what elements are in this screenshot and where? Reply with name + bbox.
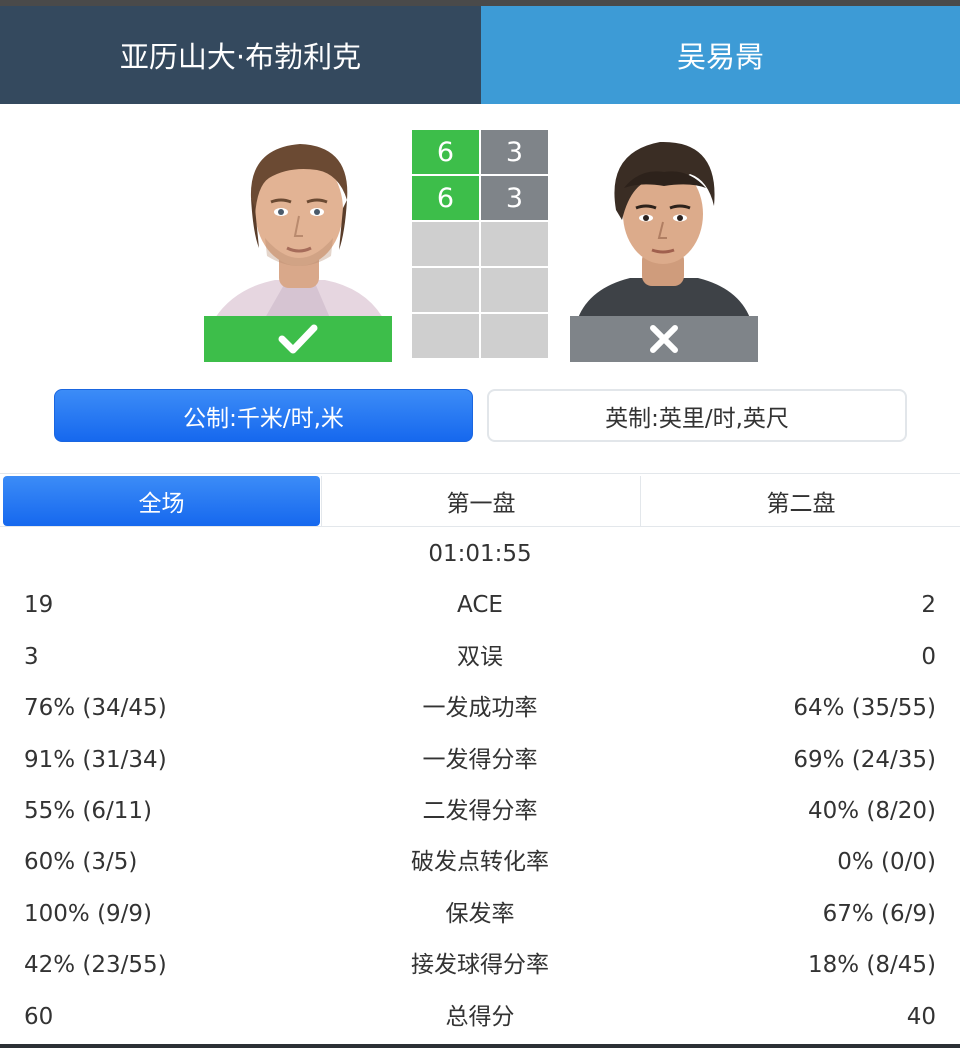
stat-right-value: 69% (24/35) (793, 747, 936, 773)
period-tabs: 全场 第一盘 第二盘 (0, 473, 960, 527)
stat-row-break-points-converted: 60% (3/5) 破发点转化率 0% (0/0) (0, 842, 960, 882)
stat-label: 总得分 (445, 1004, 515, 1030)
tab-set-1[interactable]: 第一盘 (321, 476, 640, 526)
stat-right-value: 40% (8/20) (807, 798, 936, 824)
stat-right-value: 18% (8/45) (807, 952, 936, 978)
stat-row-first-serve-in: 76% (34/45) 一发成功率 64% (35/55) (0, 688, 960, 728)
set-2-right-score: 3 (481, 176, 548, 220)
stat-row-first-serve-won: 91% (31/34) 一发得分率 69% (24/35) (0, 740, 960, 780)
stat-row-double-faults: 3 双误 0 (0, 637, 960, 677)
stat-right-value: 67% (6/9) (822, 901, 936, 927)
match-duration: 01:01:55 (428, 541, 532, 567)
player-right-photo (570, 128, 758, 318)
bottom-edge (0, 1044, 960, 1048)
set-1-right-score: 3 (481, 130, 548, 174)
player-right-header: 吴易昺 (481, 6, 960, 104)
winner-badge (204, 316, 392, 362)
player-left-header: 亚历山大·布勃利克 (0, 6, 481, 104)
player-left-name: 亚历山大·布勃利克 (119, 40, 362, 74)
stat-right-value: 0% (0/0) (837, 849, 936, 875)
stat-right-value: 2 (921, 592, 936, 618)
set-row (412, 222, 550, 266)
tab-match[interactable]: 全场 (3, 476, 320, 526)
stat-right-value: 0 (921, 644, 936, 670)
set-1-left-score: 6 (412, 130, 479, 174)
player-left-photo (205, 128, 393, 318)
imperial-unit-button[interactable]: 英制:英里/时,英尺 (487, 389, 907, 442)
stat-label: 破发点转化率 (411, 849, 549, 875)
check-icon (278, 324, 318, 354)
stat-row-ace: 19 ACE 2 (0, 585, 960, 625)
stat-right-value: 64% (35/55) (793, 695, 936, 721)
stat-label: 保发率 (445, 901, 515, 927)
stat-label: ACE (457, 592, 503, 618)
metric-unit-button[interactable]: 公制:千米/时,米 (54, 389, 473, 442)
close-icon (650, 325, 678, 353)
tab-set-2[interactable]: 第二盘 (640, 476, 960, 526)
set-4-left-score (412, 268, 479, 312)
set-score-grid: 6 3 6 3 (412, 130, 550, 360)
loser-badge (570, 316, 758, 362)
player-right-name: 吴易昺 (676, 40, 764, 74)
stat-row-total-points: 60 总得分 40 (0, 997, 960, 1037)
stat-right-value: 40 (906, 1004, 936, 1030)
stat-row-service-games-held: 100% (9/9) 保发率 67% (6/9) (0, 894, 960, 934)
set-row (412, 268, 550, 312)
stat-row-return-points-won: 42% (23/55) 接发球得分率 18% (8/45) (0, 945, 960, 985)
stat-row-second-serve-won: 55% (6/11) 二发得分率 40% (8/20) (0, 791, 960, 831)
set-3-right-score (481, 222, 548, 266)
set-5-left-score (412, 314, 479, 358)
stat-label: 双误 (457, 644, 503, 670)
set-2-left-score: 6 (412, 176, 479, 220)
set-3-left-score (412, 222, 479, 266)
set-row: 6 3 (412, 176, 550, 220)
set-row (412, 314, 550, 358)
set-4-right-score (481, 268, 548, 312)
set-row: 6 3 (412, 130, 550, 174)
set-5-right-score (481, 314, 548, 358)
